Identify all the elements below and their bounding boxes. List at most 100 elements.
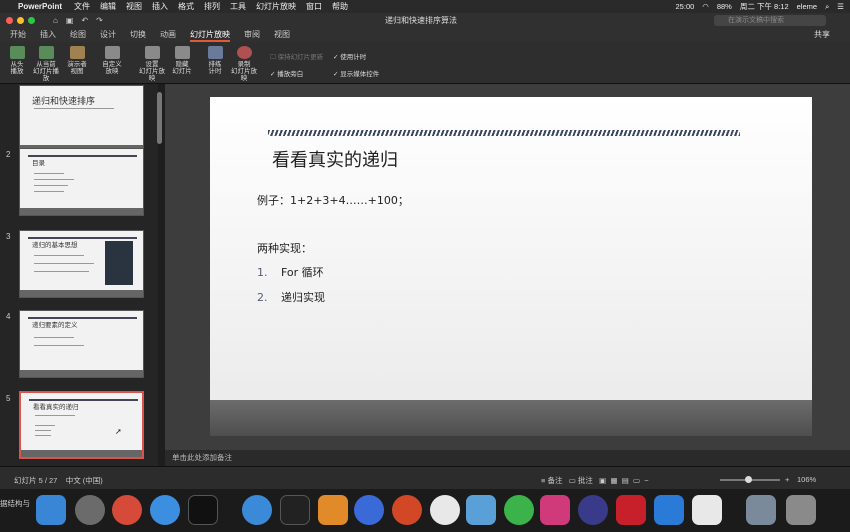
launchpad-icon[interactable] — [75, 495, 105, 525]
setup-slideshow-button[interactable]: 设置 幻灯片放映 — [137, 46, 167, 82]
powerpoint-icon[interactable] — [392, 495, 422, 525]
notes-field[interactable]: 单击此处添加备注 — [165, 450, 850, 466]
menu-tools[interactable]: 工具 — [230, 1, 246, 12]
slide-thumbnail-4[interactable]: 递归要素的定义 — [19, 310, 144, 378]
intellij-icon[interactable] — [540, 495, 570, 525]
tab-draw[interactable]: 绘图 — [70, 28, 86, 42]
normal-view-icon[interactable]: ▣ — [599, 476, 606, 485]
slide-example-text[interactable]: 例子：1+2+3+4……+100； — [257, 192, 409, 208]
undo-icon[interactable]: ↶ — [81, 16, 88, 25]
preview-icon[interactable] — [466, 495, 496, 525]
notes-toggle-button[interactable]: ≡ 备注 — [541, 476, 562, 485]
menu-insert[interactable]: 插入 — [152, 1, 168, 12]
custom-show-button[interactable]: 自定义 放映 — [97, 46, 127, 75]
hide-slide-button[interactable]: 隐藏 幻灯片 — [167, 46, 197, 75]
presenter-view-button[interactable]: 演示者 视图 — [62, 46, 92, 75]
slide-thumbnail-1[interactable]: 递归和快速排序 — [19, 85, 144, 153]
battery-text[interactable]: 88% — [717, 2, 732, 11]
save-icon[interactable]: ▣ — [66, 16, 74, 25]
play-current-icon — [38, 46, 54, 59]
terminal-icon[interactable] — [188, 495, 218, 525]
slide-list-item[interactable]: 1. For 循环 — [257, 264, 324, 280]
finder-icon[interactable] — [36, 495, 66, 525]
reading-view-icon[interactable]: ▤ — [622, 476, 629, 485]
tab-insert[interactable]: 插入 — [40, 28, 56, 42]
menu-list-icon[interactable]: ☰ — [837, 2, 844, 11]
tab-view[interactable]: 视图 — [274, 28, 290, 42]
slide-thumbnail-2[interactable]: 目录 — [19, 148, 144, 216]
safari-icon[interactable] — [150, 495, 180, 525]
redo-icon[interactable]: ↷ — [96, 16, 103, 25]
slideshow-view-icon[interactable]: ▭ — [633, 476, 640, 485]
zoom-in-button[interactable]: + — [785, 475, 789, 484]
menu-window[interactable]: 窗口 — [306, 1, 322, 12]
zoom-out-button[interactable]: − — [644, 476, 648, 485]
comments-button[interactable]: ▭ 批注 — [569, 476, 593, 485]
tab-animations[interactable]: 动画 — [160, 28, 176, 42]
folder-icon[interactable] — [746, 495, 776, 525]
show-media-controls-checkbox[interactable]: ✓ 显示媒体控件 — [333, 68, 379, 78]
share-button[interactable]: 共享 — [814, 28, 830, 42]
tab-review[interactable]: 审阅 — [244, 28, 260, 42]
language[interactable]: 中文 (中国) — [66, 476, 103, 485]
sublime-text-icon[interactable] — [318, 495, 348, 525]
tab-design[interactable]: 设计 — [100, 28, 116, 42]
status-bar: 幻灯片 5 / 27 中文 (中国) ≡ 备注 ▭ 批注 ▣ ▦ ▤ ▭ − +… — [0, 466, 850, 489]
decorative-stripe — [268, 130, 740, 136]
tab-home[interactable]: 开始 — [10, 28, 26, 42]
menu-slideshow[interactable]: 幻灯片放映 — [256, 1, 296, 12]
app-name[interactable]: PowerPoint — [18, 2, 62, 11]
keep-updated-checkbox[interactable]: ☐ 保持幻灯片更新 — [270, 51, 323, 61]
play-from-start-button[interactable]: 从头 播放 — [2, 46, 32, 75]
menu-help[interactable]: 帮助 — [332, 1, 348, 12]
trash-icon[interactable] — [786, 495, 816, 525]
wifi-icon[interactable]: ◠ — [702, 2, 709, 11]
menu-file[interactable]: 文件 — [74, 1, 90, 12]
use-timings-checkbox[interactable]: ✓ 使用计时 — [333, 51, 366, 61]
hide-slide-icon — [174, 46, 190, 59]
search-input[interactable]: 在演示文稿中搜索 — [714, 15, 826, 26]
slide-thumbnail-3[interactable]: 递归的基本思想 — [19, 230, 144, 298]
tab-slideshow[interactable]: 幻灯片放映 — [190, 28, 230, 42]
scrollbar[interactable] — [157, 92, 162, 144]
zoom-slider-knob[interactable] — [745, 476, 752, 483]
xmind-icon[interactable] — [616, 495, 646, 525]
app-icon[interactable] — [578, 495, 608, 525]
menu-view[interactable]: 视图 — [126, 1, 142, 12]
task-app-icon[interactable] — [430, 495, 460, 525]
zoom-level[interactable]: 106% — [797, 475, 816, 484]
play-narration-checkbox[interactable]: ✓ 播放旁白 — [270, 68, 303, 78]
zoom-button[interactable] — [28, 17, 35, 24]
timer-text[interactable]: 25:00 — [676, 2, 695, 11]
rehearse-timings-button[interactable]: 排练 计时 — [200, 46, 230, 75]
slide-title[interactable]: 看看真实的递归 — [272, 146, 398, 172]
play-from-current-button[interactable]: 从当前 幻灯片播放 — [31, 46, 61, 82]
activity-monitor-icon[interactable] — [280, 495, 310, 525]
current-slide[interactable]: 看看真实的递归 例子：1+2+3+4……+100； 两种实现： 1. For 循环… — [210, 97, 812, 436]
app-icon[interactable] — [504, 495, 534, 525]
close-button[interactable] — [6, 17, 13, 24]
slide-thumbnail-5[interactable]: 看看真实的递归 ➚ — [19, 391, 144, 459]
slide-thumbnail-pane[interactable]: 递归和快速排序 2 目录 3 递归的基本思想 4 递归要素的定义 5 看看真实的… — [0, 84, 158, 466]
user-name[interactable]: eleme — [797, 2, 817, 11]
app-icon[interactable] — [692, 495, 722, 525]
chrome-icon[interactable] — [112, 495, 142, 525]
slide-list-item[interactable]: 2. 递归实现 — [257, 289, 325, 305]
ribbon: 从头 播放 从当前 幻灯片播放 演示者 视图 自定义 放映 设置 幻灯片放映 隐藏 幻灯片 … — [0, 42, 850, 84]
menu-format[interactable]: 格式 — [178, 1, 194, 12]
app-icon[interactable] — [654, 495, 684, 525]
menu-bar: PowerPoint 文件 编辑 视图 插入 格式 排列 工具 幻灯片放映 窗口… — [0, 0, 850, 13]
search-icon[interactable]: ⌕ — [825, 2, 829, 12]
clock-text[interactable]: 周二 下午 8:12 — [740, 1, 789, 12]
app-icon[interactable] — [354, 495, 384, 525]
menu-edit[interactable]: 编辑 — [100, 1, 116, 12]
tab-transitions[interactable]: 切换 — [130, 28, 146, 42]
sorter-view-icon[interactable]: ▦ — [610, 476, 617, 485]
minimize-button[interactable] — [17, 17, 24, 24]
app-icon[interactable] — [242, 495, 272, 525]
ribbon-tabs: 开始 插入 绘图 设计 切换 动画 幻灯片放映 审阅 视图 — [0, 28, 850, 42]
home-icon[interactable]: ⌂ — [53, 16, 58, 25]
menu-arrange[interactable]: 排列 — [204, 1, 220, 12]
record-slideshow-button[interactable]: 录制 幻灯片放映 — [229, 46, 259, 82]
slide-subheading[interactable]: 两种实现： — [257, 240, 312, 256]
